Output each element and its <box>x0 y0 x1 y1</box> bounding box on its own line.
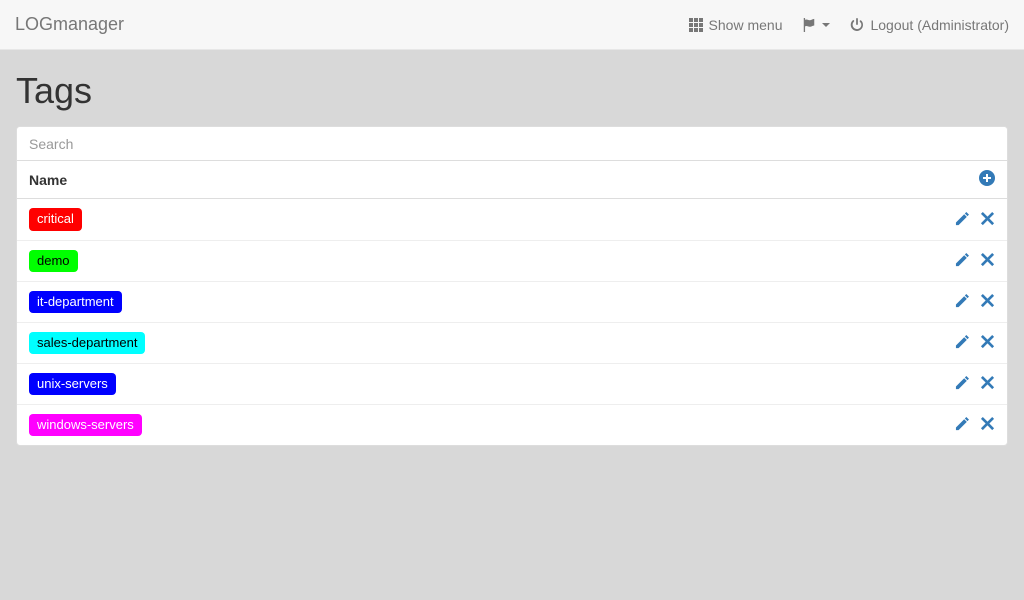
add-tag-button[interactable] <box>979 170 995 189</box>
table-row: critical <box>17 199 1007 240</box>
page-body: Tags Name critical demo it-department sales… <box>0 50 1024 462</box>
brand-title: LOGmanager <box>15 14 124 35</box>
table-row: sales-department <box>17 322 1007 363</box>
table-row: unix-servers <box>17 363 1007 404</box>
grid-icon <box>689 18 703 32</box>
show-menu-button[interactable]: Show menu <box>689 17 783 33</box>
delete-button[interactable] <box>980 375 995 393</box>
logout-button[interactable]: Logout (Administrator) <box>850 17 1009 33</box>
tag-badge: demo <box>29 250 78 272</box>
flag-dropdown[interactable] <box>802 18 830 32</box>
navbar: LOGmanager Show menu Logout (Administrat… <box>0 0 1024 50</box>
plus-circle-icon <box>979 170 995 186</box>
logout-label: Logout (Administrator) <box>870 17 1009 33</box>
table-row: it-department <box>17 281 1007 322</box>
tag-badge: unix-servers <box>29 373 116 395</box>
edit-button[interactable] <box>955 252 970 270</box>
tag-badge: sales-department <box>29 332 145 354</box>
delete-button[interactable] <box>980 211 995 229</box>
column-header-name: Name <box>29 172 979 188</box>
table-row: windows-servers <box>17 404 1007 445</box>
edit-button[interactable] <box>955 211 970 229</box>
tag-badge: critical <box>29 208 82 230</box>
power-icon <box>850 18 864 32</box>
show-menu-label: Show menu <box>709 17 783 33</box>
edit-button[interactable] <box>955 375 970 393</box>
navbar-right: Show menu Logout (Administrator) <box>689 17 1009 33</box>
delete-button[interactable] <box>980 293 995 311</box>
edit-button[interactable] <box>955 334 970 352</box>
tag-badge: windows-servers <box>29 414 142 436</box>
delete-button[interactable] <box>980 252 995 270</box>
tag-badge: it-department <box>29 291 122 313</box>
flag-icon <box>802 18 816 32</box>
table-row: demo <box>17 240 1007 281</box>
edit-button[interactable] <box>955 293 970 311</box>
caret-down-icon <box>822 23 830 27</box>
table-body: critical demo it-department sales-departmen… <box>17 199 1007 445</box>
delete-button[interactable] <box>980 334 995 352</box>
delete-button[interactable] <box>980 416 995 434</box>
table-header: Name <box>17 161 1007 199</box>
edit-button[interactable] <box>955 416 970 434</box>
tags-panel: Name critical demo it-department sales-depa… <box>16 126 1008 446</box>
page-title: Tags <box>16 70 1008 112</box>
search-input[interactable] <box>17 127 1007 161</box>
